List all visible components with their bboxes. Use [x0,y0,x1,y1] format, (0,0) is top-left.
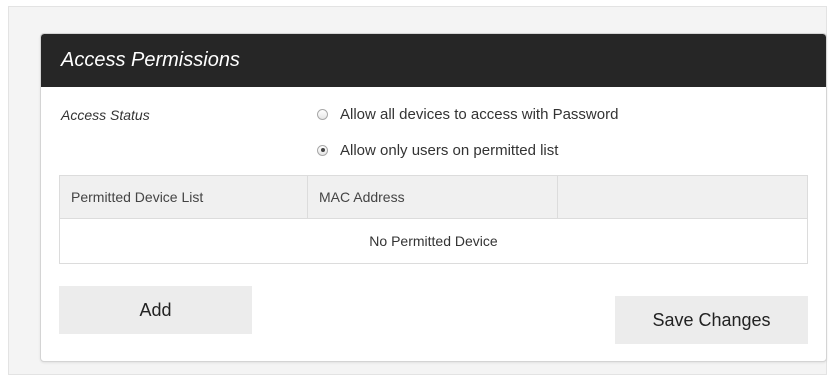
access-status-label: Access Status [61,107,150,123]
radio-option-allow-all[interactable]: Allow all devices to access with Passwor… [317,104,618,124]
table-header-row: Permitted Device List MAC Address [60,176,807,219]
table-empty-message: No Permitted Device [369,233,498,249]
save-changes-button[interactable]: Save Changes [615,296,808,344]
radio-label-allow-all[interactable]: Allow all devices to access with Passwor… [340,106,618,123]
page-background: Access Permissions Access Status Allow a… [8,6,827,375]
column-header-blank [558,176,807,218]
add-button[interactable]: Add [59,286,252,334]
panel-title: Access Permissions [61,49,240,71]
radio-button-allow-all[interactable] [317,108,328,120]
radio-button-permitted-list[interactable] [317,144,328,156]
column-header-permitted-device-list: Permitted Device List [60,176,308,218]
radio-label-permitted-list[interactable]: Allow only users on permitted list [340,142,558,159]
access-permissions-panel: Access Permissions Access Status Allow a… [40,33,827,362]
column-header-mac-address: MAC Address [308,176,558,218]
radio-option-permitted-list[interactable]: Allow only users on permitted list [317,140,558,160]
panel-header: Access Permissions [41,34,826,87]
permitted-device-table: Permitted Device List MAC Address No Per… [59,175,808,264]
